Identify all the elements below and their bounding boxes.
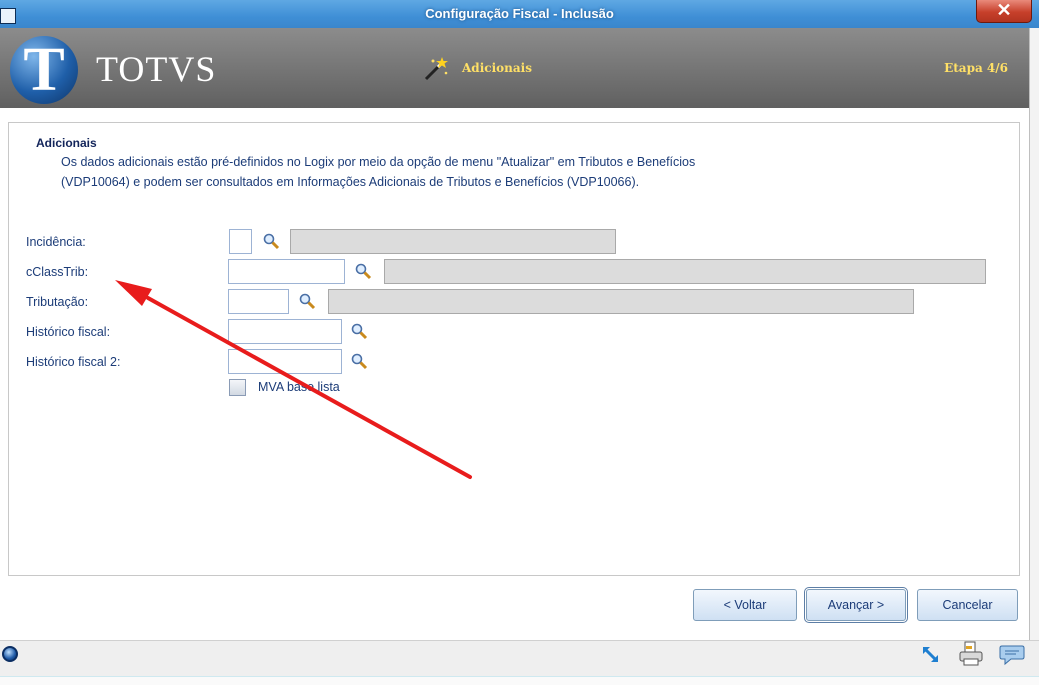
cclasstrib-zoom-icon[interactable]	[354, 262, 372, 280]
logo-text: TOTVS	[96, 49, 217, 89]
incidencia-zoom-icon[interactable]	[262, 232, 280, 250]
historico-fiscal-label: Histórico fiscal:	[26, 325, 111, 339]
close-window-button[interactable]: ✕	[976, 0, 1032, 23]
magic-wand-icon	[424, 57, 448, 81]
mva-base-lista-checkbox[interactable]	[229, 379, 246, 396]
tributacao-zoom-icon[interactable]	[298, 292, 316, 310]
header-step-title: Adicionais	[462, 61, 532, 75]
content-panel	[8, 122, 1020, 576]
historico-fiscal-2-label: Histórico fiscal 2:	[26, 355, 121, 369]
cclasstrib-input[interactable]	[228, 259, 345, 284]
section-description-line-2: (VDP10064) e podem ser consultados em In…	[61, 175, 640, 189]
back-button[interactable]: < Voltar	[693, 589, 797, 621]
incidencia-label: Incidência:	[26, 235, 86, 249]
tributacao-label: Tributação:	[26, 295, 89, 309]
window-title: Configuração Fiscal - Inclusão	[425, 6, 614, 21]
section-title: Adicionais	[36, 136, 97, 150]
printer-icon[interactable]	[957, 640, 985, 668]
mva-base-lista-label: MVA base lista	[258, 380, 340, 394]
window-edge	[1029, 28, 1039, 640]
historico-fiscal-zoom-icon[interactable]	[350, 322, 368, 340]
step-counter: Etapa 4/6	[944, 61, 1008, 75]
historico-fiscal-input[interactable]	[228, 319, 342, 344]
cclasstrib-label: cClassTrib:	[26, 265, 89, 279]
tributacao-input[interactable]	[228, 289, 289, 314]
cancel-button[interactable]: Cancelar	[917, 589, 1018, 621]
status-bar	[0, 640, 1039, 677]
incidencia-input[interactable]	[229, 229, 252, 254]
logo-letter: T	[23, 36, 65, 104]
section-description-line-1: Os dados adicionais estão pré-definidos …	[61, 155, 696, 169]
incidencia-description-field	[290, 229, 616, 254]
tributacao-description-field	[328, 289, 914, 314]
historico-fiscal-2-zoom-icon[interactable]	[350, 352, 368, 370]
resize-icon[interactable]	[920, 645, 942, 665]
next-button[interactable]: Avançar >	[804, 587, 908, 623]
close-icon: ✕	[996, 0, 1012, 20]
cclasstrib-description-field	[384, 259, 986, 284]
historico-fiscal-2-input[interactable]	[228, 349, 342, 374]
totvs-orb-icon[interactable]	[2, 646, 18, 662]
chat-icon[interactable]	[999, 644, 1025, 666]
